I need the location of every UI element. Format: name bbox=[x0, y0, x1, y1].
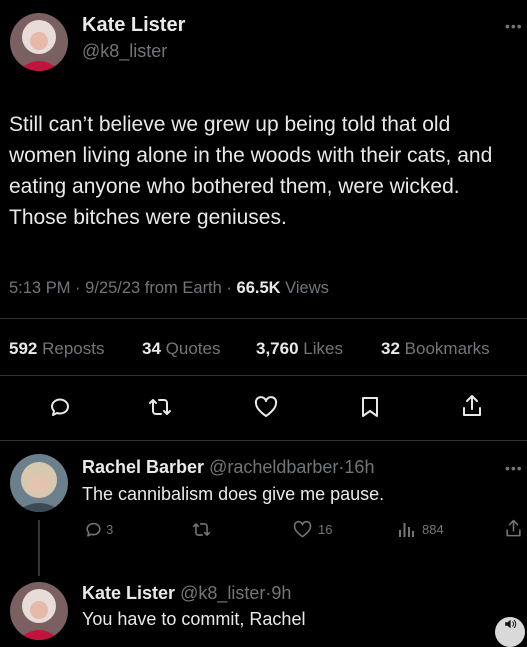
reply-icon[interactable] bbox=[48, 395, 72, 419]
author-name[interactable]: Kate Lister bbox=[82, 14, 185, 37]
views-label: Views bbox=[285, 279, 329, 297]
reposts-stat[interactable]: 592 Reposts bbox=[9, 339, 104, 359]
likes-stat[interactable]: 3,760 Likes bbox=[256, 339, 343, 359]
meta-separator: · bbox=[226, 279, 232, 297]
bookmark-icon[interactable] bbox=[359, 395, 381, 419]
thread-line bbox=[38, 520, 40, 576]
reply-header: Kate Lister @k8_lister·9h bbox=[82, 583, 291, 604]
views-count: 884 bbox=[422, 522, 444, 537]
views-icon[interactable] bbox=[397, 520, 416, 539]
reply-header: Rachel Barber @racheldbarber·16h bbox=[82, 457, 374, 478]
reply-age[interactable]: 9h bbox=[271, 583, 291, 603]
author-handle[interactable]: @racheldbarber bbox=[209, 457, 338, 477]
likes-count: 3,760 bbox=[256, 339, 299, 358]
avatar[interactable] bbox=[10, 13, 68, 71]
avatar[interactable] bbox=[10, 454, 68, 512]
bookmarks-count: 32 bbox=[381, 339, 400, 358]
author-handle[interactable]: @k8_lister bbox=[82, 41, 167, 62]
repost-icon[interactable] bbox=[191, 520, 212, 539]
bookmarks-label: Bookmarks bbox=[404, 339, 490, 358]
author-name[interactable]: Rachel Barber bbox=[82, 457, 204, 477]
share-icon[interactable] bbox=[504, 518, 523, 539]
views-count: 66.5K bbox=[236, 279, 281, 297]
avatar[interactable] bbox=[10, 582, 68, 640]
tweet-source: from Earth bbox=[144, 279, 222, 297]
bookmarks-stat[interactable]: 32 Bookmarks bbox=[381, 339, 490, 359]
divider bbox=[0, 440, 527, 441]
like-count: 16 bbox=[318, 522, 333, 537]
repost-icon[interactable] bbox=[147, 395, 173, 419]
quotes-count: 34 bbox=[142, 339, 161, 358]
reply-count: 3 bbox=[106, 522, 114, 537]
likes-label: Likes bbox=[303, 339, 343, 358]
sound-icon bbox=[505, 619, 517, 629]
more-icon[interactable]: ••• bbox=[505, 18, 523, 34]
author-name[interactable]: Kate Lister bbox=[82, 583, 175, 603]
like-icon[interactable] bbox=[292, 520, 313, 539]
share-icon[interactable] bbox=[460, 393, 484, 419]
tweet-time[interactable]: 5:13 PM bbox=[9, 279, 70, 297]
tweet-text: Still can’t believe we grew up being tol… bbox=[9, 113, 493, 229]
quotes-stat[interactable]: 34 Quotes bbox=[142, 339, 220, 359]
sound-button[interactable] bbox=[495, 617, 525, 647]
reposts-label: Reposts bbox=[42, 339, 105, 358]
divider bbox=[0, 318, 527, 319]
reply-icon[interactable] bbox=[84, 520, 103, 539]
reply-age[interactable]: 16h bbox=[344, 457, 374, 477]
divider bbox=[0, 375, 527, 376]
tweet-meta: 5:13 PM · 9/25/23 from Earth · 66.5K Vie… bbox=[9, 279, 329, 298]
reply-text: The cannibalism does give me pause. bbox=[82, 484, 385, 504]
reposts-count: 592 bbox=[9, 339, 38, 358]
more-icon[interactable]: ••• bbox=[505, 460, 523, 476]
like-icon[interactable] bbox=[253, 395, 279, 419]
reply-text: You have to commit, Rachel bbox=[82, 609, 306, 629]
author-handle[interactable]: @k8_lister bbox=[180, 583, 265, 603]
quotes-label: Quotes bbox=[165, 339, 221, 358]
meta-separator: · bbox=[75, 279, 81, 297]
tweet-date[interactable]: 9/25/23 bbox=[85, 279, 140, 297]
